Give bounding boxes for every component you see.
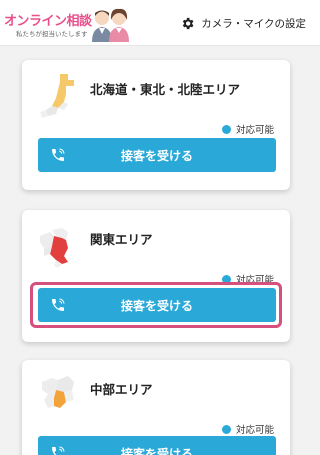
chubu-map-icon (42, 376, 74, 408)
phone-icon (52, 148, 65, 161)
staff-illustration-icon (92, 8, 129, 42)
settings-label: カメラ・マイクの設定 (201, 17, 306, 30)
gear-icon (183, 17, 194, 29)
app-header: オンライン相談 私たちが担当いたします カメラ・マイクの設定 (0, 0, 320, 46)
accept-consultation-button[interactable]: 接客を受ける (38, 436, 276, 455)
accept-button-label: 接客を受ける (120, 148, 193, 163)
area-name: 関東エリア (90, 232, 153, 247)
accept-consultation-button[interactable]: 接客を受ける (38, 138, 276, 172)
accept-button-label: 接客を受ける (120, 446, 193, 455)
availability-status: 対応可能 (221, 422, 274, 436)
status-dot-icon (221, 124, 231, 134)
area-name: 中部エリア (90, 382, 153, 397)
camera-mic-settings-link[interactable]: カメラ・マイクの設定 (180, 14, 306, 32)
kanto-map-icon (40, 228, 68, 268)
logo-subtitle: 私たちが担当いたします (16, 30, 88, 38)
phone-icon (52, 446, 65, 455)
area-card-chubu: 中部エリア 対応可能 接客を受ける (22, 360, 290, 455)
logo: オンライン相談 私たちが担当いたします (4, 6, 134, 42)
status-label: 対応可能 (235, 425, 274, 436)
area-name: 北海道・東北・北陸エリア (90, 82, 241, 97)
hokkaido-tohoku-map-icon (40, 74, 74, 118)
button-highlight-outline (30, 282, 282, 328)
status-label: 対応可能 (235, 125, 274, 136)
area-card-hokkaido-tohoku-hokuriku: 北海道・東北・北陸エリア 対応可能 接客を受ける (22, 60, 290, 190)
availability-status: 対応可能 (221, 122, 274, 136)
status-dot-icon (221, 424, 231, 434)
logo-title: オンライン相談 (4, 14, 92, 29)
